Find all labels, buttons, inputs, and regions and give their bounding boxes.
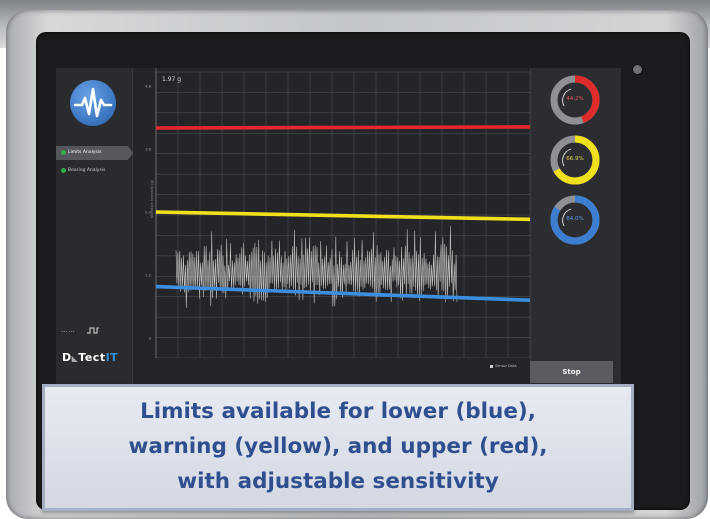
gauge-value: 44.2% bbox=[566, 96, 584, 102]
status-dot-icon bbox=[61, 150, 66, 155]
chart-readout: 1.97 g bbox=[162, 76, 181, 83]
gauge-3: 84.0% bbox=[549, 194, 601, 250]
gauge-2: 66.9% bbox=[549, 134, 601, 190]
limit-line-lower bbox=[155, 284, 531, 302]
sidebar-item-limits-analysis[interactable]: Limits Analysis bbox=[56, 146, 133, 160]
sidebar-item-label: Bearing Analysis bbox=[68, 168, 106, 173]
chart-svg: 01.22.43.64.8 Vibration Intensity (g) 1.… bbox=[145, 68, 531, 359]
app-logo bbox=[70, 80, 116, 126]
y-tick-label: 4.8 bbox=[145, 84, 152, 89]
sensor-toggle-label: Sensor Data bbox=[495, 364, 517, 368]
sidebar-item-label: Limits Analysis bbox=[68, 150, 102, 155]
caption-box: Limits available for lower (blue), warni… bbox=[42, 384, 634, 511]
square-wave-icon[interactable] bbox=[86, 326, 100, 335]
waveform-icon bbox=[73, 87, 113, 118]
gauge-1: 44.2% bbox=[549, 74, 601, 130]
camera-icon bbox=[633, 65, 642, 74]
sensor-data-toggle[interactable]: Sensor Data bbox=[490, 364, 516, 368]
gauge-value: 84.0% bbox=[566, 216, 584, 222]
status-dot-icon bbox=[61, 168, 66, 173]
stop-button[interactable]: Stop bbox=[530, 361, 613, 383]
caption-line-1: Limits available for lower (blue), bbox=[140, 399, 536, 424]
device-screen: Limits Analysis Bearing Analysis ••• •••… bbox=[56, 68, 621, 386]
sidebar-item-bearing-analysis[interactable]: Bearing Analysis bbox=[56, 164, 132, 178]
sidebar-footer-text: ••• ••• bbox=[61, 330, 75, 334]
caption-line-2: warning (yellow), and upper (red), bbox=[128, 434, 548, 459]
sidebar: Limits Analysis Bearing Analysis ••• •••… bbox=[56, 68, 133, 386]
brand-logo: D◣TectIT bbox=[62, 351, 119, 364]
vibration-chart[interactable]: 0 1.2 2.4 3.6 4.8 Vibration Intensity (g) 1.… bbox=[134, 68, 531, 359]
checkbox-icon[interactable] bbox=[490, 364, 493, 368]
y-axis-label: Vibration Intensity (g) bbox=[150, 179, 154, 218]
gauge-panel: 44.2% 66.9% 84.0% bbox=[530, 68, 621, 386]
limit-line-upper bbox=[155, 125, 531, 130]
y-tick-label: 1.2 bbox=[145, 273, 152, 278]
gauge-value: 66.9% bbox=[566, 156, 584, 162]
y-tick-label: 0 bbox=[149, 336, 152, 341]
y-tick-label: 3.6 bbox=[145, 147, 152, 152]
caption-line-3: with adjustable sensitivity bbox=[177, 469, 499, 494]
limit-line-warning bbox=[155, 210, 531, 222]
